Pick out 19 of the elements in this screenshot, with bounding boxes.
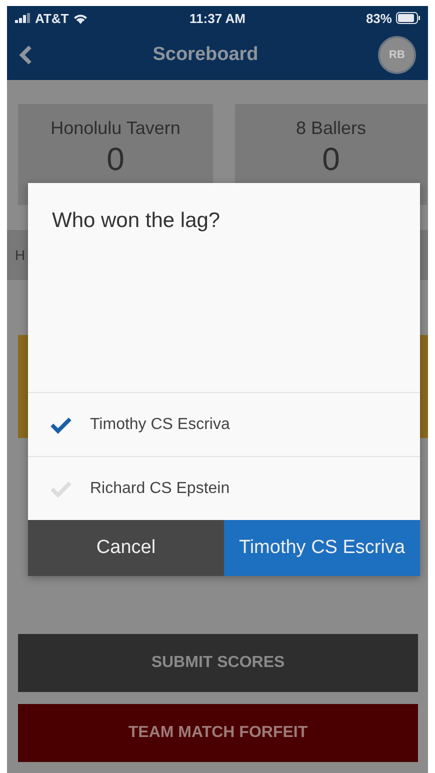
battery-percent: 83%: [366, 10, 392, 26]
team-score: 0: [322, 141, 340, 178]
confirm-button[interactable]: Timothy CS Escriva: [224, 520, 420, 576]
player-option[interactable]: Timothy CS Escriva: [28, 392, 420, 456]
dialog-title: Who won the lag?: [52, 209, 220, 232]
team-name: 8 Ballers: [296, 118, 366, 139]
battery-icon: [396, 12, 420, 24]
screen-title: Scoreboard: [152, 44, 258, 66]
submit-button[interactable]: SUBMIT SCORES: [18, 634, 418, 692]
carrier-label: AT&T: [35, 10, 69, 26]
row-label: H: [15, 247, 26, 263]
cancel-button[interactable]: Cancel: [28, 520, 224, 576]
forfeit-button[interactable]: TEAM MATCH FORFEIT: [18, 704, 418, 762]
wifi-icon: [72, 12, 88, 24]
team-name: Honolulu Tavern: [50, 118, 180, 139]
back-icon[interactable]: [19, 45, 33, 65]
clock: 11:37 AM: [190, 10, 246, 26]
signal-icon: [15, 13, 31, 23]
team-score: 0: [106, 141, 124, 178]
